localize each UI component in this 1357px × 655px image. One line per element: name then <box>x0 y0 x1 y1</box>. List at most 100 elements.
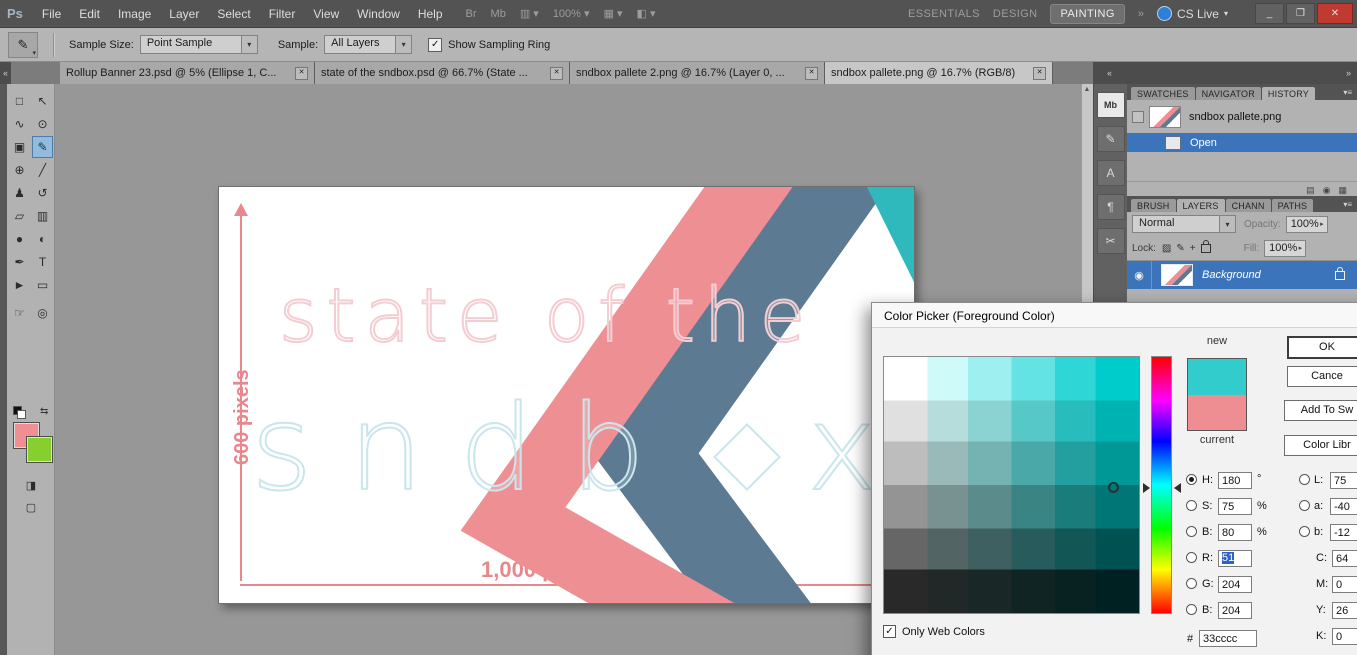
close-icon[interactable]: ✕ <box>295 66 308 80</box>
ok-button[interactable]: OK <box>1287 336 1357 359</box>
quick-selection-tool[interactable]: ⊙ <box>32 113 53 135</box>
r-input[interactable]: 51 <box>1218 550 1252 567</box>
workspace-design[interactable]: DESIGN <box>993 8 1038 20</box>
layer-thumbnail[interactable] <box>1161 264 1193 286</box>
layer-row-background[interactable]: ◉ Background <box>1127 260 1357 289</box>
path-selection-tool[interactable]: ► <box>9 274 30 296</box>
screen-mode-toggle-button[interactable]: ▢ <box>21 498 41 516</box>
clone-stamp-tool[interactable]: ♟ <box>9 182 30 204</box>
tab-swatches[interactable]: SWATCHES <box>1131 87 1195 100</box>
menu-layer[interactable]: Layer <box>160 7 208 21</box>
default-colors-icon[interactable] <box>13 406 26 419</box>
b2-input[interactable] <box>1218 602 1252 619</box>
b-input[interactable] <box>1218 524 1252 541</box>
hue-radio[interactable] <box>1186 474 1197 485</box>
tab-navigator[interactable]: NAVIGATOR <box>1195 87 1261 100</box>
hue-slider[interactable] <box>1151 356 1172 614</box>
close-icon[interactable]: ✕ <box>805 66 818 80</box>
k-input[interactable] <box>1332 628 1357 645</box>
minimize-button[interactable]: _ <box>1255 3 1284 24</box>
hue-slider-right-arrow-icon[interactable] <box>1174 483 1181 493</box>
blue-radio[interactable] <box>1186 604 1197 615</box>
history-snapshot-row[interactable]: sndbox pallete.png <box>1127 100 1357 130</box>
menu-window[interactable]: Window <box>348 7 409 21</box>
color-field-marker[interactable] <box>1108 482 1119 493</box>
panel-menu-icon[interactable]: ▾≡ <box>1343 88 1357 100</box>
brightness-radio[interactable] <box>1186 526 1197 537</box>
h-input[interactable] <box>1218 472 1252 489</box>
close-icon[interactable]: ✕ <box>550 66 563 80</box>
lab-a-radio[interactable] <box>1299 500 1310 511</box>
tab-channels[interactable]: CHANN <box>1225 199 1271 212</box>
lock-position-icon[interactable]: + <box>1190 243 1196 254</box>
hand-tool[interactable]: ☞ <box>9 302 30 324</box>
gradient-tool[interactable]: ▥ <box>32 205 53 227</box>
current-color-swatch[interactable] <box>1188 394 1246 430</box>
crop-tool[interactable]: ▣ <box>9 136 30 158</box>
brush-tool[interactable]: ╱ <box>32 159 53 181</box>
delete-state-icon[interactable]: ▦ <box>1338 185 1347 196</box>
blend-mode-dropdown[interactable]: Normal ▾ <box>1132 215 1236 233</box>
lab-l-radio[interactable] <box>1299 474 1310 485</box>
close-button[interactable]: ✕ <box>1317 3 1353 24</box>
background-color-swatch[interactable] <box>26 436 53 463</box>
menu-edit[interactable]: Edit <box>70 7 109 21</box>
tab-layers[interactable]: LAYERS <box>1176 199 1225 212</box>
expand-panels-button[interactable]: » <box>1346 62 1351 84</box>
cs-live-button[interactable]: CS Live ▾ <box>1156 6 1228 21</box>
lab-b-radio[interactable] <box>1299 526 1310 537</box>
red-radio[interactable] <box>1186 552 1197 563</box>
mini-bridge-panel-button[interactable]: Mb <box>1096 92 1125 118</box>
history-state-row[interactable]: Open <box>1127 133 1357 152</box>
only-web-colors-checkbox[interactable]: ✓ <box>883 625 896 638</box>
menu-file[interactable]: File <box>33 7 70 21</box>
lasso-tool[interactable]: ∿ <box>9 113 30 135</box>
view-extras-button[interactable]: ▥ ▾ <box>520 7 539 20</box>
color-field[interactable] <box>883 356 1140 614</box>
layer-visibility-cell[interactable]: ◉ <box>1127 261 1152 289</box>
eyedropper-tool[interactable]: ✎ <box>32 136 53 158</box>
sample-size-dropdown[interactable]: Point Sample ▾ <box>139 35 258 54</box>
layer-name[interactable]: Background <box>1202 269 1261 281</box>
show-sampling-ring-checkbox[interactable]: ✓ <box>428 37 443 52</box>
workspace-essentials[interactable]: ESSENTIALS <box>908 8 980 20</box>
tab-rollup-banner[interactable]: Rollup Banner 23.psd @ 5% (Ellipse 1, C.… <box>60 62 315 84</box>
c-input[interactable] <box>1332 550 1357 567</box>
menu-filter[interactable]: Filter <box>260 7 305 21</box>
move-tool[interactable]: ↖ <box>32 90 53 112</box>
cancel-button[interactable]: Cance <box>1287 366 1357 387</box>
tab-history[interactable]: HISTORY <box>1261 87 1316 100</box>
new-snapshot-icon[interactable]: ◉ <box>1323 185 1331 196</box>
rectangular-marquee-tool[interactable]: □ <box>9 90 30 112</box>
character-panel-button[interactable]: A <box>1096 160 1125 186</box>
swap-colors-icon[interactable]: ⇆ <box>40 406 48 417</box>
color-libraries-button[interactable]: Color Libr <box>1284 435 1357 456</box>
g-input[interactable] <box>1218 576 1252 593</box>
zoom-tool[interactable]: ◎ <box>32 302 53 324</box>
tab-sndbox-pallete[interactable]: sndbox pallete.png @ 16.7% (RGB/8) ✕ <box>825 62 1053 84</box>
tab-scroll-left-button[interactable]: « <box>0 62 11 84</box>
panel-menu-icon[interactable]: ▾≡ <box>1343 200 1357 212</box>
spot-healing-brush-tool[interactable]: ⊕ <box>9 159 30 181</box>
menu-view[interactable]: View <box>304 7 348 21</box>
new-document-from-state-icon[interactable]: ▤ <box>1306 185 1315 196</box>
slice-panel-button[interactable]: ✂ <box>1096 228 1125 254</box>
workspace-overflow-button[interactable]: » <box>1138 8 1144 20</box>
blur-tool[interactable]: ● <box>9 228 30 250</box>
pen-tool[interactable]: ✒ <box>9 251 30 273</box>
close-icon[interactable]: ✕ <box>1033 66 1046 80</box>
dodge-tool[interactable]: ◐ <box>32 228 53 250</box>
saturation-radio[interactable] <box>1186 500 1197 511</box>
opacity-value[interactable]: 100% ▸ <box>1285 215 1328 233</box>
history-brush-tool[interactable]: ↺ <box>32 182 53 204</box>
tab-sndbox-pallete-2[interactable]: sndbox pallete 2.png @ 16.7% (Layer 0, .… <box>570 62 825 84</box>
collapse-panels-button[interactable]: « <box>1107 62 1112 84</box>
add-to-swatches-button[interactable]: Add To Sw <box>1284 400 1357 421</box>
tab-paths[interactable]: PATHS <box>1271 199 1314 212</box>
tab-state-of-the-sndbox[interactable]: state of the sndbox.psd @ 66.7% (State .… <box>315 62 570 84</box>
a-input[interactable] <box>1330 498 1357 515</box>
green-radio[interactable] <box>1186 578 1197 589</box>
menu-select[interactable]: Select <box>208 7 259 21</box>
paragraph-panel-button[interactable]: ¶ <box>1096 194 1125 220</box>
screen-mode-button[interactable]: ◧ ▾ <box>637 7 656 20</box>
